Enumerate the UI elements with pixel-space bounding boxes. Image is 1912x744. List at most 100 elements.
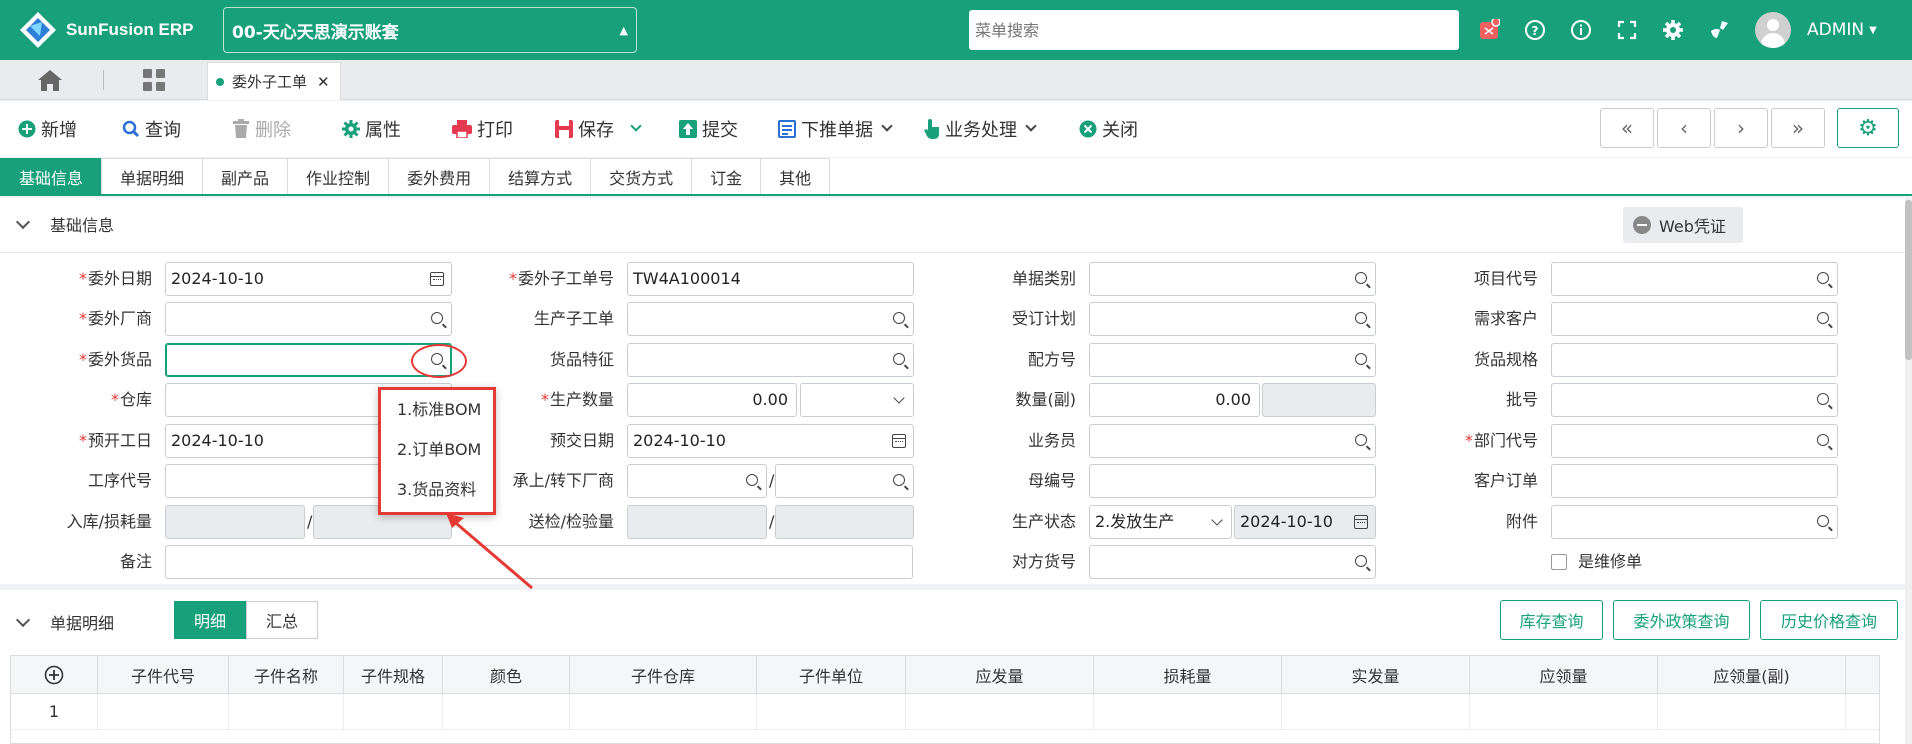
properties-button[interactable]: 属性 bbox=[342, 116, 401, 142]
table-cell[interactable] bbox=[906, 694, 1094, 729]
formula-no-field[interactable] bbox=[1089, 343, 1376, 377]
search-icon[interactable] bbox=[1817, 515, 1829, 527]
salesperson-field[interactable] bbox=[1089, 424, 1376, 458]
fullscreen-icon[interactable] bbox=[1604, 13, 1650, 47]
parent-number-field[interactable] bbox=[1089, 464, 1376, 498]
column-header[interactable]: 子件仓库 bbox=[570, 656, 757, 693]
vendor-field[interactable] bbox=[165, 302, 452, 336]
calendar-icon[interactable] bbox=[430, 272, 444, 286]
apps-grid-icon[interactable] bbox=[143, 69, 165, 91]
column-header[interactable]: 子件规格 bbox=[344, 656, 443, 693]
business-process-button[interactable]: 业务处理 bbox=[924, 116, 1037, 142]
search-icon[interactable] bbox=[1355, 272, 1367, 284]
popup-item-standard-bom[interactable]: 1.标准BOM bbox=[381, 390, 493, 430]
column-header[interactable]: 应领量 bbox=[1470, 656, 1658, 693]
batch-no-field[interactable] bbox=[1551, 383, 1838, 417]
document-type-field[interactable] bbox=[1089, 262, 1376, 296]
table-cell[interactable] bbox=[1470, 694, 1658, 729]
detail-view-button[interactable]: 明细 bbox=[174, 601, 246, 639]
search-icon[interactable] bbox=[1355, 434, 1367, 446]
submit-button[interactable]: 提交 bbox=[679, 116, 738, 142]
notification-icon[interactable] bbox=[1466, 13, 1512, 47]
column-header[interactable]: 颜色 bbox=[443, 656, 570, 693]
clear-cache-broom-icon[interactable] bbox=[1696, 13, 1742, 47]
first-record-button[interactable]: « bbox=[1600, 108, 1654, 148]
search-icon[interactable] bbox=[893, 474, 905, 486]
table-cell[interactable] bbox=[344, 694, 443, 729]
delete-button[interactable]: 删除 bbox=[232, 116, 291, 142]
due-date-field[interactable]: 2024-10-10 bbox=[627, 424, 914, 458]
search-icon[interactable] bbox=[893, 353, 905, 365]
tab-outsource-cost[interactable]: 委外费用 bbox=[388, 158, 491, 194]
user-menu[interactable]: ADMIN ▼ bbox=[1755, 12, 1877, 48]
tab-outsource-order[interactable]: 委外子工单 ✕ bbox=[207, 62, 341, 100]
section-header[interactable]: 基础信息 bbox=[15, 212, 114, 236]
section-header[interactable]: 单据明细 bbox=[15, 610, 114, 634]
next-record-button[interactable]: › bbox=[1714, 108, 1768, 148]
close-icon[interactable]: ✕ bbox=[317, 73, 330, 91]
search-icon[interactable] bbox=[1355, 555, 1367, 567]
secondary-qty-field[interactable]: 0.00 bbox=[1089, 383, 1260, 417]
print-button[interactable]: 打印 bbox=[452, 116, 513, 142]
table-cell[interactable] bbox=[229, 694, 344, 729]
production-status-select[interactable]: 2.发放生产 bbox=[1089, 505, 1232, 539]
close-button[interactable]: 关闭 bbox=[1079, 116, 1138, 142]
home-icon[interactable] bbox=[35, 67, 65, 93]
table-row[interactable]: 1 bbox=[11, 694, 1879, 730]
price-history-query-button[interactable]: 历史价格查询 bbox=[1760, 600, 1898, 640]
logo[interactable]: SunFusion ERP bbox=[18, 10, 223, 50]
tab-byproduct[interactable]: 副产品 bbox=[202, 158, 289, 194]
table-cell[interactable] bbox=[98, 694, 229, 729]
table-cell[interactable] bbox=[443, 694, 570, 729]
tab-other[interactable]: 其他 bbox=[760, 158, 831, 194]
search-icon[interactable] bbox=[1817, 312, 1829, 324]
demand-customer-field[interactable] bbox=[1551, 302, 1838, 336]
web-voucher-button[interactable]: Web凭证 bbox=[1623, 207, 1743, 243]
attachment-field[interactable] bbox=[1551, 505, 1838, 539]
upstream-vendor-field[interactable] bbox=[627, 464, 767, 498]
table-cell[interactable] bbox=[570, 694, 757, 729]
search-icon[interactable] bbox=[893, 312, 905, 324]
outsource-policy-query-button[interactable]: 委外政策查询 bbox=[1613, 600, 1750, 640]
table-cell[interactable] bbox=[1282, 694, 1470, 729]
save-button[interactable]: 保存 bbox=[555, 116, 642, 142]
search-icon[interactable] bbox=[1817, 272, 1829, 284]
settings-button[interactable]: ⚙ bbox=[1837, 108, 1899, 148]
tab-basic-info[interactable]: 基础信息 bbox=[0, 158, 103, 194]
search-icon[interactable] bbox=[431, 312, 443, 324]
counterpart-item-field[interactable] bbox=[1089, 545, 1376, 579]
info-icon[interactable] bbox=[1558, 13, 1604, 47]
table-cell[interactable] bbox=[1094, 694, 1282, 729]
outsource-date-field[interactable]: 2024-10-10 bbox=[165, 262, 452, 296]
search-icon[interactable] bbox=[746, 474, 758, 486]
add-row-icon[interactable] bbox=[11, 656, 98, 693]
scrollbar[interactable] bbox=[1905, 198, 1912, 744]
order-number-field[interactable]: TW4A100014 bbox=[627, 262, 914, 296]
outsource-item-field[interactable] bbox=[165, 343, 452, 377]
search-icon[interactable] bbox=[1817, 393, 1829, 405]
chevron-down-icon[interactable] bbox=[630, 120, 642, 132]
add-button[interactable]: 新增 bbox=[18, 116, 77, 142]
search-icon[interactable] bbox=[1355, 353, 1367, 365]
tab-settlement[interactable]: 结算方式 bbox=[489, 158, 592, 194]
table-cell[interactable] bbox=[757, 694, 906, 729]
summary-view-button[interactable]: 汇总 bbox=[246, 601, 318, 639]
help-icon[interactable]: ? bbox=[1512, 13, 1558, 47]
stock-query-button[interactable]: 库存查询 bbox=[1500, 600, 1603, 640]
column-header[interactable]: 损耗量 bbox=[1094, 656, 1282, 693]
production-qty-field[interactable]: 0.00 bbox=[627, 383, 797, 417]
unit-select[interactable] bbox=[800, 383, 914, 417]
repair-order-checkbox[interactable] bbox=[1551, 554, 1567, 570]
downstream-vendor-field[interactable] bbox=[775, 464, 914, 498]
popup-item-order-bom[interactable]: 2.订单BOM bbox=[381, 430, 493, 470]
query-button[interactable]: 查询 bbox=[122, 116, 181, 142]
tab-deposit[interactable]: 订金 bbox=[691, 158, 762, 194]
production-suborder-field[interactable] bbox=[627, 302, 914, 336]
prev-record-button[interactable]: ‹ bbox=[1657, 108, 1711, 148]
column-header[interactable]: 子件代号 bbox=[98, 656, 229, 693]
search-icon[interactable] bbox=[1817, 434, 1829, 446]
column-header[interactable]: 子件单位 bbox=[757, 656, 906, 693]
settings-gear-icon[interactable] bbox=[1650, 13, 1696, 47]
column-header[interactable]: 子件名称 bbox=[229, 656, 344, 693]
tab-delivery[interactable]: 交货方式 bbox=[590, 158, 693, 194]
